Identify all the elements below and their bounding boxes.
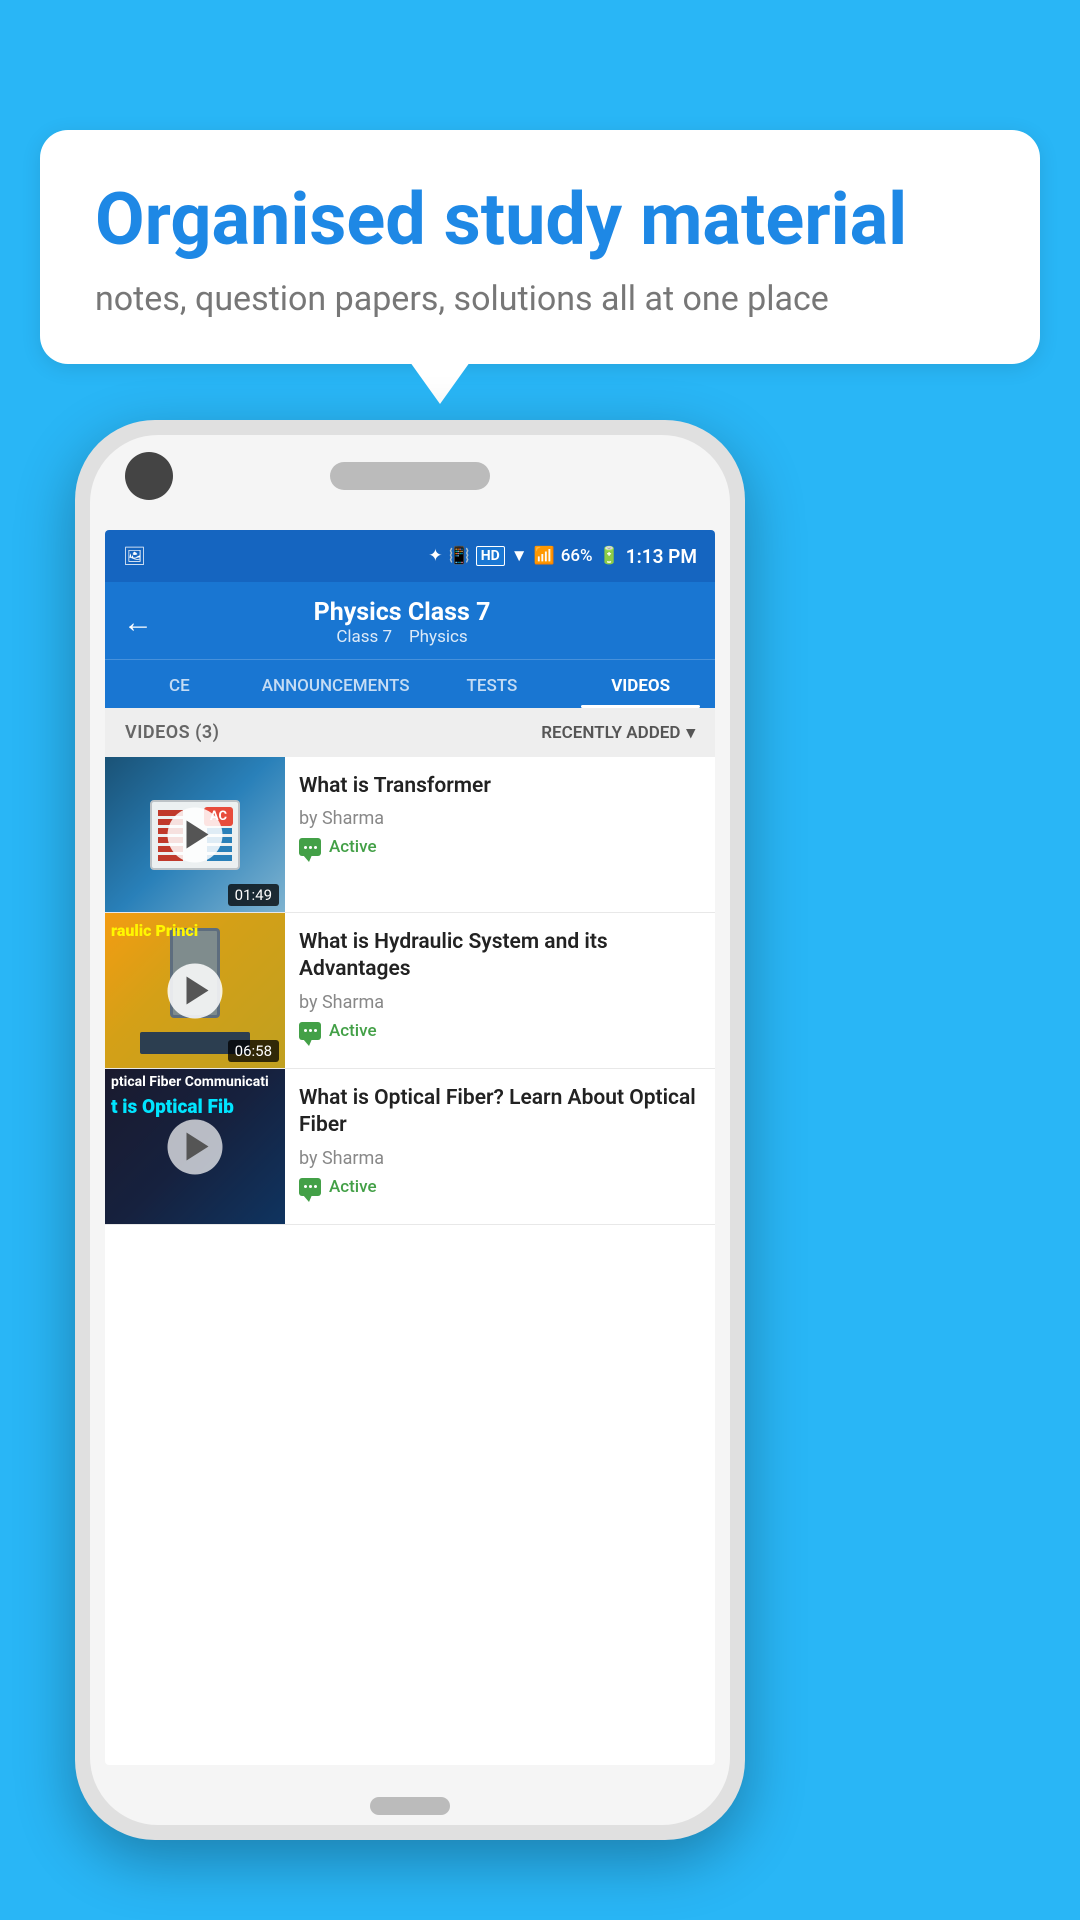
vibrate-icon: 📳 (449, 546, 470, 566)
video-item-optical[interactable]: ptical Fiber Communicati t is Optical Fi… (105, 1069, 715, 1225)
battery-percent: 66% (561, 546, 593, 566)
chat-dot (309, 846, 312, 849)
app-subtitle: Class 7 Physics (169, 627, 635, 647)
video-status-1: Active (299, 837, 701, 857)
phone-mockup: 🖼 ✦ 📳 HD ▼ 📶 66% 🔋 1:13 PM ← Physics Cla (75, 420, 745, 1840)
battery-icon: 🔋 (599, 546, 620, 566)
thumb-text-yellow: raulic Princi (105, 921, 285, 940)
thumb-optical-text-2: t is Optical Fib (105, 1095, 285, 1118)
phone-camera (125, 452, 173, 500)
video-author-2: by Sharma (299, 992, 701, 1013)
hd-badge: HD (476, 546, 505, 566)
videos-count: VIDEOS (3) (125, 722, 219, 743)
phone-inner: 🖼 ✦ 📳 HD ▼ 📶 66% 🔋 1:13 PM ← Physics Cla (90, 435, 730, 1825)
play-button-1[interactable] (168, 807, 223, 862)
video-status-label-3: Active (329, 1177, 377, 1197)
video-thumb-1: AC 01:49 (105, 757, 285, 912)
phone-screen: 🖼 ✦ 📳 HD ▼ 📶 66% 🔋 1:13 PM ← Physics Cla (105, 530, 715, 1765)
chat-dot-2b (309, 1029, 312, 1032)
chat-dot (314, 846, 317, 849)
video-status-label-1: Active (329, 837, 377, 857)
video-info-2: What is Hydraulic System and its Advanta… (285, 913, 715, 1068)
play-triangle-icon-3 (186, 1133, 208, 1161)
app-title: Physics Class 7 (169, 598, 635, 627)
video-status-3: Active (299, 1177, 701, 1197)
status-right: ✦ 📳 HD ▼ 📶 66% 🔋 1:13 PM (428, 545, 697, 568)
video-info-3: What is Optical Fiber? Learn About Optic… (285, 1069, 715, 1224)
status-time: 1:13 PM (626, 545, 697, 568)
app-bar: ← Physics Class 7 Class 7 Physics (105, 582, 715, 659)
chat-dot-3a (304, 1185, 307, 1188)
play-triangle-icon-2 (186, 977, 208, 1005)
play-button-2[interactable] (168, 963, 223, 1018)
chat-icon-2 (299, 1022, 321, 1040)
video-item-hydraulic[interactable]: raulic Princi 06:58 What is Hydraulic Sy… (105, 913, 715, 1069)
chat-dot-2a (304, 1029, 307, 1032)
videos-header: VIDEOS (3) RECENTLY ADDED ▾ (105, 708, 715, 757)
status-bar: 🖼 ✦ 📳 HD ▼ 📶 66% 🔋 1:13 PM (105, 530, 715, 582)
speech-bubble-subtext: notes, question papers, solutions all at… (95, 279, 985, 319)
chat-dot (304, 846, 307, 849)
chat-dot-3b (309, 1185, 312, 1188)
status-left: 🖼 (123, 546, 152, 567)
chat-icon-inner (304, 846, 317, 849)
play-button-3[interactable] (168, 1119, 223, 1174)
play-triangle-icon (186, 821, 208, 849)
video-title-2: What is Hydraulic System and its Advanta… (299, 929, 701, 984)
video-duration-2: 06:58 (228, 1040, 279, 1062)
video-status-label-2: Active (329, 1021, 377, 1041)
chat-dot-3c (314, 1185, 317, 1188)
chat-icon-3 (299, 1178, 321, 1196)
signal-icon: 📶 (534, 546, 555, 566)
tab-videos[interactable]: VIDEOS (566, 660, 715, 708)
chat-dot-2c (314, 1029, 317, 1032)
video-title-3: What is Optical Fiber? Learn About Optic… (299, 1085, 701, 1140)
tabs-bar: CE ANNOUNCEMENTS TESTS VIDEOS (105, 659, 715, 708)
back-button[interactable]: ← (123, 605, 153, 640)
chat-icon-1 (299, 838, 321, 856)
chat-icon-inner-2 (304, 1029, 317, 1032)
video-author-3: by Sharma (299, 1148, 701, 1169)
video-thumb-3: ptical Fiber Communicati t is Optical Fi… (105, 1069, 285, 1224)
tab-announcements[interactable]: ANNOUNCEMENTS (254, 660, 418, 708)
wifi-icon: ▼ (511, 546, 528, 566)
sort-label: RECENTLY ADDED (541, 723, 680, 743)
tab-tests[interactable]: TESTS (418, 660, 567, 708)
tab-ce[interactable]: CE (105, 660, 254, 708)
chat-icon-inner-3 (304, 1185, 317, 1188)
thumb-optical-text-1: ptical Fiber Communicati (105, 1074, 285, 1090)
sort-button[interactable]: RECENTLY ADDED ▾ (541, 723, 695, 743)
app-bar-title: Physics Class 7 Class 7 Physics (169, 598, 635, 647)
video-item-transformer[interactable]: AC 01:49 What is Transformer by Sharma (105, 757, 715, 913)
subtitle-subject: Physics (409, 627, 468, 647)
phone-speaker (330, 462, 490, 490)
subtitle-class: Class 7 (336, 627, 392, 647)
chevron-down-icon: ▾ (686, 723, 695, 743)
video-duration-1: 01:49 (228, 884, 279, 906)
speech-bubble-heading: Organised study material (95, 180, 985, 259)
photo-icon: 🖼 (123, 546, 146, 567)
phone-home-button[interactable] (370, 1797, 450, 1815)
video-thumb-2: raulic Princi 06:58 (105, 913, 285, 1068)
video-status-2: Active (299, 1021, 701, 1041)
video-title-1: What is Transformer (299, 773, 701, 800)
speech-bubble: Organised study material notes, question… (40, 130, 1040, 364)
bluetooth-icon: ✦ (428, 546, 442, 566)
video-list: AC 01:49 What is Transformer by Sharma (105, 757, 715, 1748)
video-info-1: What is Transformer by Sharma Active (285, 757, 715, 912)
video-author-1: by Sharma (299, 808, 701, 829)
